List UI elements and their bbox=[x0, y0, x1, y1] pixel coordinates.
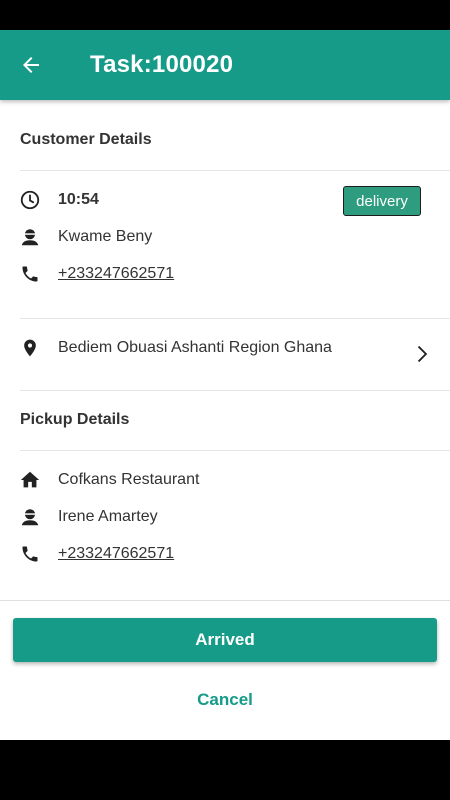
customer-phone-link[interactable]: +233247662571 bbox=[58, 265, 174, 283]
divider bbox=[20, 450, 450, 451]
pickup-details-title: Pickup Details bbox=[20, 411, 130, 428]
clock-icon bbox=[18, 188, 42, 212]
delivery-time: 10:54 bbox=[58, 191, 99, 208]
pickup-contact-name: Irene Amartey bbox=[58, 508, 158, 525]
divider bbox=[20, 318, 450, 319]
pickup-name-row: Irene Amartey bbox=[18, 505, 158, 529]
status-bar bbox=[0, 0, 450, 30]
divider bbox=[20, 170, 450, 171]
status-badge: delivery bbox=[343, 186, 421, 216]
customer-name: Kwame Beny bbox=[58, 228, 153, 245]
pickup-phone-link[interactable]: +233247662571 bbox=[58, 545, 174, 563]
customer-address: Bediem Obuasi Ashanti Region Ghana bbox=[58, 339, 332, 356]
customer-address-row[interactable]: Bediem Obuasi Ashanti Region Ghana bbox=[18, 336, 332, 360]
footer-divider bbox=[0, 600, 450, 601]
app-bar: Task:100020 bbox=[0, 30, 450, 100]
navigation-bar bbox=[0, 740, 450, 800]
customer-name-row: Kwame Beny bbox=[18, 225, 152, 249]
arrived-button[interactable]: Arrived bbox=[13, 618, 437, 662]
divider bbox=[20, 390, 450, 391]
location-pin-icon bbox=[18, 336, 42, 360]
person-icon bbox=[18, 225, 42, 249]
chevron-right-icon[interactable] bbox=[410, 343, 432, 365]
page-title: Task:100020 bbox=[90, 51, 234, 78]
phone-icon bbox=[18, 262, 42, 286]
arrow-back-icon bbox=[23, 57, 39, 73]
pickup-phone-row[interactable]: +233247662571 bbox=[18, 542, 174, 566]
pickup-place-row: Cofkans Restaurant bbox=[18, 468, 199, 492]
customer-time-row: 10:54 bbox=[18, 188, 99, 212]
customer-details-title: Customer Details bbox=[20, 131, 152, 148]
home-icon bbox=[18, 468, 42, 492]
cancel-button[interactable]: Cancel bbox=[150, 682, 300, 718]
phone-icon bbox=[18, 542, 42, 566]
back-button[interactable] bbox=[0, 30, 62, 100]
customer-phone-row[interactable]: +233247662571 bbox=[18, 262, 174, 286]
pickup-place: Cofkans Restaurant bbox=[58, 471, 200, 488]
task-details: Customer Details 10:54 delivery Kwame Be… bbox=[0, 100, 450, 740]
person-icon bbox=[18, 505, 42, 529]
